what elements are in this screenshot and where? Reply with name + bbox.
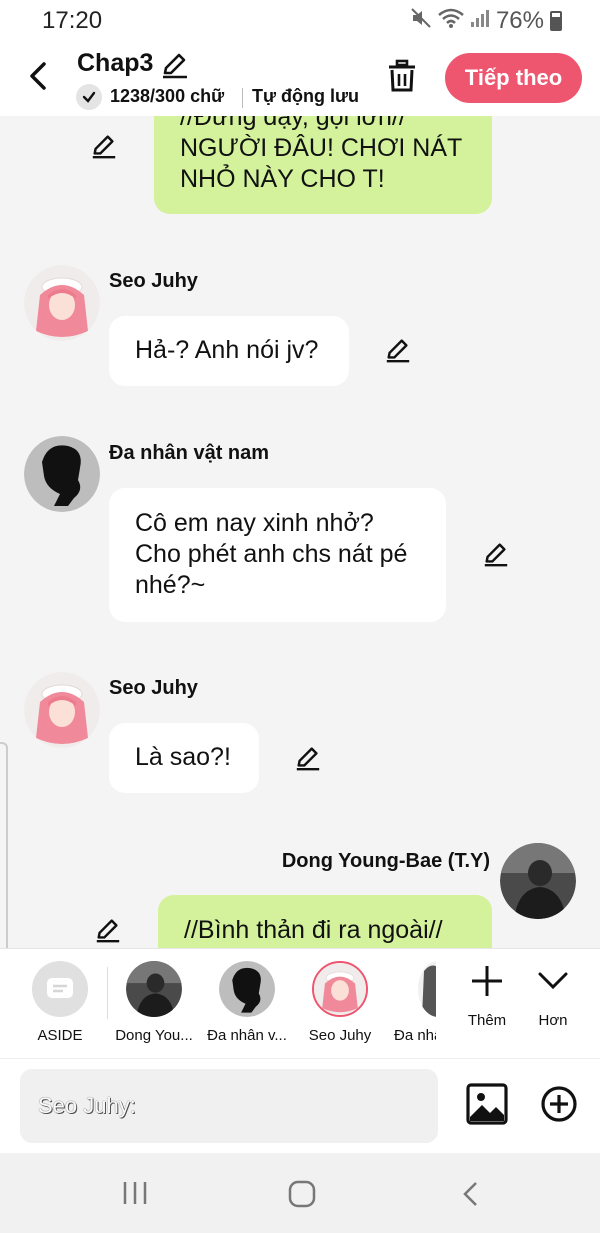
edit-message-button[interactable]	[90, 132, 118, 160]
back-icon	[463, 1182, 477, 1206]
pencil-icon	[296, 747, 320, 771]
battery-percent: 76%	[495, 7, 544, 34]
home-button[interactable]	[287, 1179, 317, 1214]
chapter-title: Chap3	[77, 49, 154, 77]
delete-button[interactable]	[386, 56, 418, 96]
avatar[interactable]	[500, 843, 576, 919]
avatar[interactable]	[24, 672, 100, 748]
message-bubble[interactable]: Hả-? Anh nói jv?	[109, 316, 349, 386]
signal-icon	[470, 8, 490, 34]
message-bubble[interactable]: Là sao?!	[109, 723, 259, 793]
status-time: 17:20	[42, 7, 103, 34]
plus-icon	[472, 966, 502, 996]
avatar	[126, 961, 182, 1017]
avatar[interactable]	[24, 436, 100, 512]
wifi-icon	[438, 7, 464, 35]
character-label: Seo Juhy	[308, 1027, 372, 1044]
message-text: Là sao?!	[135, 743, 231, 771]
speaker-name: Seo Juhy	[109, 270, 198, 292]
home-icon	[288, 1180, 316, 1208]
message-text: Cô em nay xinh nhở?	[135, 509, 374, 537]
mute-icon	[410, 7, 432, 35]
message-text: NGƯỜI ĐÂU! CHƠI NÁT	[180, 134, 463, 162]
message-text: Cho phét anh chs nát pé	[135, 540, 408, 568]
battery-icon	[550, 11, 562, 31]
avatar[interactable]	[24, 265, 100, 341]
back-button[interactable]	[24, 56, 56, 96]
message-text: //Bình thản đi ra ngoài//	[184, 916, 443, 944]
trash-icon	[389, 59, 415, 92]
back-nav-button[interactable]	[456, 1179, 486, 1214]
more-label: Hơn	[538, 1012, 568, 1029]
character-selector: ASIDE Dong You... Đa nhân v... Seo Juhy …	[0, 948, 600, 1058]
avatar	[418, 961, 436, 1017]
character-aside[interactable]: ASIDE	[10, 961, 110, 1044]
aside-icon	[32, 961, 88, 1017]
message-text: NHỎ NÀY CHO T!	[180, 165, 385, 193]
message-input[interactable]	[20, 1069, 438, 1143]
character-label: Đa nhân v...	[207, 1027, 287, 1044]
message-text: Hả-? Anh nói jv?	[135, 336, 319, 364]
plus-circle-icon	[541, 1086, 577, 1122]
speaker-name: Dong Young-Bae (T.Y)	[281, 850, 490, 872]
pencil-icon	[484, 543, 508, 567]
add-label: Thêm	[467, 1012, 507, 1029]
divider	[242, 88, 243, 108]
pencil-icon	[96, 919, 120, 943]
pencil-icon	[92, 135, 116, 159]
message-bubble[interactable]: //Đứng dậy, gọi lớn// NGƯỜI ĐÂU! CHƠI NÁ…	[154, 116, 492, 214]
character-da-nhan-cut[interactable]: Đa nhâ	[384, 961, 436, 1044]
speaker-name: Seo Juhy	[109, 677, 198, 699]
autosave-status: Tự động lưu	[252, 86, 360, 106]
status-icons: 76%	[410, 7, 562, 35]
message-text: nhé?~	[135, 571, 206, 599]
next-button[interactable]: Tiếp theo	[445, 53, 582, 103]
recent-apps-button[interactable]	[120, 1179, 150, 1212]
status-bar: 17:20 76%	[0, 0, 600, 40]
saved-check-icon	[76, 84, 102, 110]
character-da-nhan-vat-nam[interactable]: Đa nhân v...	[197, 961, 297, 1044]
avatar-girl-icon	[24, 265, 100, 341]
avatar-silhouette-icon	[24, 436, 100, 512]
edit-message-button[interactable]	[384, 336, 412, 364]
avatar-photo-icon	[500, 843, 576, 919]
edit-message-button[interactable]	[482, 540, 510, 568]
character-dong-young-bae[interactable]: Dong You...	[104, 961, 204, 1044]
chevron-down-icon	[538, 972, 568, 990]
more-button[interactable]: Hơn	[521, 963, 585, 1029]
avatar	[219, 961, 275, 1017]
pencil-icon	[386, 339, 410, 363]
character-label: Dong You...	[115, 1027, 193, 1044]
composer	[0, 1058, 600, 1153]
word-count: 1238/300 chữ	[110, 86, 225, 106]
system-navbar	[0, 1153, 600, 1233]
edit-title-button[interactable]	[160, 50, 190, 80]
chat-area[interactable]: //Đứng dậy, gọi lớn// NGƯỜI ĐÂU! CHƠI NÁ…	[0, 116, 600, 948]
avatar	[312, 961, 368, 1017]
character-label: Đa nhâ	[394, 1027, 436, 1044]
add-attachment-button[interactable]	[540, 1085, 578, 1123]
character-label: ASIDE	[37, 1027, 83, 1044]
side-panel-handle[interactable]	[0, 742, 8, 972]
editor-header: Chap3 1238/300 chữ Tự động lưu Tiếp theo	[0, 40, 600, 116]
edit-message-button[interactable]	[294, 744, 322, 772]
message-bubble[interactable]: //Bình thản đi ra ngoài//	[158, 895, 492, 948]
chevron-left-icon	[30, 62, 46, 90]
recent-apps-icon	[123, 1182, 147, 1204]
edit-message-button[interactable]	[94, 916, 122, 944]
message-bubble[interactable]: Cô em nay xinh nhở? Cho phét anh chs nát…	[109, 488, 446, 622]
message-text: //Đứng dậy, gọi lớn//	[180, 116, 406, 131]
avatar-girl-icon	[24, 672, 100, 748]
add-character-button[interactable]: Thêm	[455, 963, 519, 1029]
pencil-icon	[163, 53, 187, 79]
insert-image-button[interactable]	[466, 1083, 508, 1125]
image-icon	[466, 1083, 508, 1125]
character-seo-juhy-selected[interactable]: Seo Juhy	[290, 961, 390, 1044]
speaker-name: Đa nhân vật nam	[109, 442, 270, 464]
